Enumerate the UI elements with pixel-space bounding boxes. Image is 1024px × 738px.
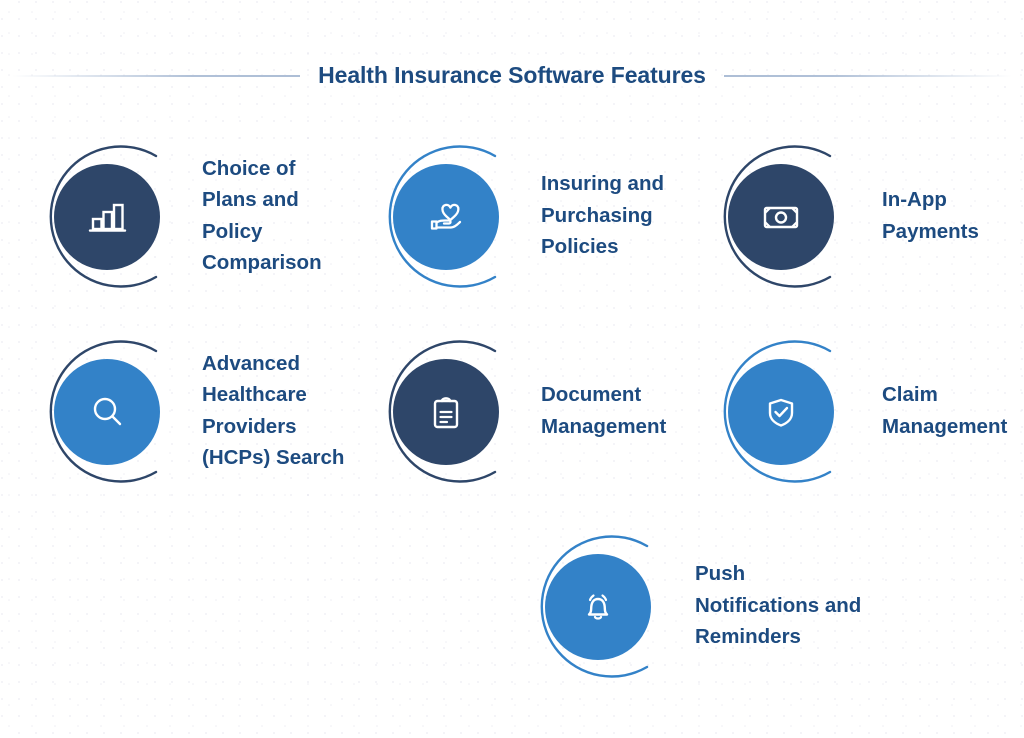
magnifier-icon	[93, 397, 122, 426]
feature-row: Advanced Healthcare Providers (HCPs) Sea…	[0, 313, 1024, 508]
feature-item-choice-of-plans[interactable]: Choice of Plans and Policy Comparison	[0, 118, 345, 313]
feature-icon-disc	[728, 359, 834, 465]
feature-badge	[700, 128, 868, 303]
feature-label: Insuring and Purchasing Policies	[541, 172, 664, 259]
feature-label: Document Management	[541, 383, 667, 438]
feature-badge	[700, 323, 868, 498]
feature-item-insuring-purchasing[interactable]: Insuring and Purchasing Policies	[345, 118, 690, 313]
bell-icon	[587, 594, 609, 620]
shield-check-icon	[768, 398, 794, 427]
feature-label: Advanced Healthcare Providers (HCPs) Sea…	[202, 351, 345, 469]
infographic-page: Health Insurance Software Features Choic…	[0, 0, 1024, 738]
feature-icon-disc	[54, 164, 160, 270]
feature-icon-disc	[393, 359, 499, 465]
feature-icon-disc	[54, 359, 160, 465]
title-divider-right-icon	[723, 74, 1012, 77]
feature-label: Push Notifications and Reminders	[695, 562, 862, 649]
feature-item-claim-management[interactable]: Claim Management	[690, 313, 1024, 508]
feature-label: Claim Management	[882, 383, 1008, 438]
bar-chart-icon	[88, 203, 127, 232]
clipboard-icon	[433, 397, 459, 429]
feature-grid: Choice of Plans and Policy Comparison In…	[0, 118, 1024, 703]
feature-item-push-notifications[interactable]: Push Notifications and Reminders	[162, 508, 862, 703]
feature-icon-disc	[728, 164, 834, 270]
feature-item-document-management[interactable]: Document Management	[345, 313, 690, 508]
banknote-icon	[763, 206, 799, 229]
header: Health Insurance Software Features	[0, 62, 1024, 89]
feature-item-hcp-search[interactable]: Advanced Healthcare Providers (HCPs) Sea…	[0, 313, 345, 508]
feature-row: Choice of Plans and Policy Comparison In…	[0, 118, 1024, 313]
feature-item-in-app-payments[interactable]: In-App Payments	[690, 118, 1024, 313]
feature-icon-disc	[545, 554, 651, 660]
hand-heart-icon	[430, 203, 462, 230]
feature-badge	[365, 128, 533, 303]
feature-label: In-App Payments	[882, 188, 979, 243]
feature-label: Choice of Plans and Policy Comparison	[202, 156, 322, 274]
feature-badge	[26, 128, 194, 303]
title-divider-left-icon	[12, 74, 301, 77]
page-title: Health Insurance Software Features	[318, 62, 706, 88]
feature-badge	[517, 518, 685, 693]
feature-badge	[365, 323, 533, 498]
feature-icon-disc	[393, 164, 499, 270]
feature-badge	[26, 323, 194, 498]
feature-row: Push Notifications and Reminders	[0, 508, 1024, 703]
